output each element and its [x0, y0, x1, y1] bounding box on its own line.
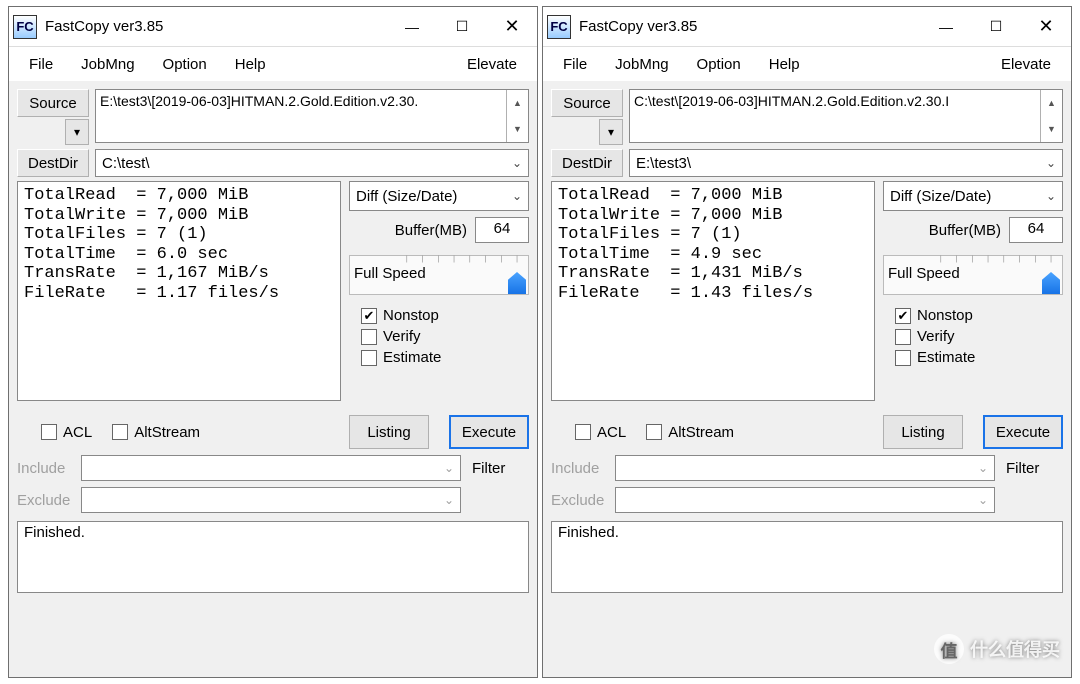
menu-file[interactable]: File	[549, 52, 601, 77]
listing-button[interactable]: Listing	[349, 415, 429, 449]
minimize-button[interactable]: —	[387, 8, 437, 46]
slider-thumb-icon[interactable]	[508, 272, 526, 294]
nonstop-checkbox[interactable]: ✔Nonstop	[895, 307, 1059, 324]
source-button[interactable]: Source	[17, 89, 89, 117]
acl-checkbox[interactable]: ACL	[575, 424, 626, 441]
nonstop-checkbox[interactable]: ✔Nonstop	[361, 307, 525, 324]
app-icon: FC	[13, 15, 37, 39]
destdir-button[interactable]: DestDir	[17, 149, 89, 177]
chevron-down-icon: ⌄	[512, 189, 522, 203]
close-button[interactable]: ✕	[1021, 8, 1071, 46]
fastcopy-window: FC FastCopy ver3.85 — ☐ ✕ File JobMng Op…	[8, 6, 538, 678]
window-title: FastCopy ver3.85	[579, 18, 921, 35]
menu-jobmng[interactable]: JobMng	[601, 52, 682, 77]
menubar: File JobMng Option Help Elevate	[543, 47, 1071, 81]
acl-checkbox[interactable]: ACL	[41, 424, 92, 441]
buffer-input[interactable]: 64	[475, 217, 529, 243]
maximize-button[interactable]: ☐	[437, 8, 487, 46]
window-title: FastCopy ver3.85	[45, 18, 387, 35]
titlebar: FC FastCopy ver3.85 — ☐ ✕	[543, 7, 1071, 47]
menu-file[interactable]: File	[15, 52, 67, 77]
filter-checkbox[interactable]: Filter	[1001, 460, 1063, 477]
menu-elevate[interactable]: Elevate	[987, 52, 1065, 77]
stats-panel: TotalRead = 7,000 MiB TotalWrite = 7,000…	[551, 181, 875, 401]
chevron-down-icon: ⌄	[512, 156, 522, 170]
include-select[interactable]: ⌄	[81, 455, 461, 481]
source-spin[interactable]: ▲▼	[1040, 90, 1062, 142]
chevron-down-icon: ▾	[74, 125, 80, 139]
source-spin[interactable]: ▲▼	[506, 90, 528, 142]
verify-checkbox[interactable]: Verify	[895, 328, 1059, 345]
menu-jobmng[interactable]: JobMng	[67, 52, 148, 77]
include-select[interactable]: ⌄	[615, 455, 995, 481]
menu-option[interactable]: Option	[149, 52, 221, 77]
chevron-down-icon: ⌄	[1046, 156, 1056, 170]
fastcopy-window: FC FastCopy ver3.85 — ☐ ✕ File JobMng Op…	[542, 6, 1072, 678]
slider-thumb-icon[interactable]	[1042, 272, 1060, 294]
menu-option[interactable]: Option	[683, 52, 755, 77]
speed-slider[interactable]: | | | | | | | | Full Speed	[883, 255, 1063, 295]
exclude-label: Exclude	[551, 492, 609, 509]
log-output: Finished.	[17, 521, 529, 593]
mode-select[interactable]: Diff (Size/Date)⌄	[349, 181, 529, 211]
execute-button[interactable]: Execute	[983, 415, 1063, 449]
minimize-button[interactable]: —	[921, 8, 971, 46]
stats-panel: TotalRead = 7,000 MiB TotalWrite = 7,000…	[17, 181, 341, 401]
source-history-dropdown[interactable]: ▾	[65, 119, 89, 145]
menu-help[interactable]: Help	[755, 52, 814, 77]
include-label: Include	[551, 460, 609, 477]
menu-help[interactable]: Help	[221, 52, 280, 77]
close-button[interactable]: ✕	[487, 8, 537, 46]
listing-button[interactable]: Listing	[883, 415, 963, 449]
chevron-down-icon: ⌄	[978, 493, 988, 507]
estimate-checkbox[interactable]: Estimate	[361, 349, 525, 366]
destdir-button[interactable]: DestDir	[551, 149, 623, 177]
menu-elevate[interactable]: Elevate	[453, 52, 531, 77]
exclude-select[interactable]: ⌄	[81, 487, 461, 513]
buffer-label: Buffer(MB)	[395, 222, 467, 239]
altstream-checkbox[interactable]: AltStream	[112, 424, 200, 441]
include-label: Include	[17, 460, 75, 477]
buffer-label: Buffer(MB)	[929, 222, 1001, 239]
chevron-down-icon: ⌄	[444, 493, 454, 507]
chevron-down-icon: ⌄	[978, 461, 988, 475]
chevron-down-icon: ⌄	[1046, 189, 1056, 203]
exclude-select[interactable]: ⌄	[615, 487, 995, 513]
titlebar: FC FastCopy ver3.85 — ☐ ✕	[9, 7, 537, 47]
source-history-dropdown[interactable]: ▾	[599, 119, 623, 145]
verify-checkbox[interactable]: Verify	[361, 328, 525, 345]
menubar: File JobMng Option Help Elevate	[9, 47, 537, 81]
maximize-button[interactable]: ☐	[971, 8, 1021, 46]
altstream-checkbox[interactable]: AltStream	[646, 424, 734, 441]
estimate-checkbox[interactable]: Estimate	[895, 349, 1059, 366]
source-path-input[interactable]: E:\test3\[2019-06-03]HITMAN.2.Gold.Editi…	[95, 89, 529, 143]
chevron-down-icon: ▾	[608, 125, 614, 139]
exclude-label: Exclude	[17, 492, 75, 509]
source-path-input[interactable]: C:\test\[2019-06-03]HITMAN.2.Gold.Editio…	[629, 89, 1063, 143]
chevron-down-icon: ⌄	[444, 461, 454, 475]
log-output: Finished.	[551, 521, 1063, 593]
buffer-input[interactable]: 64	[1009, 217, 1063, 243]
filter-checkbox[interactable]: Filter	[467, 460, 529, 477]
dest-path-input[interactable]: E:\test3\ ⌄	[629, 149, 1063, 177]
speed-slider[interactable]: | | | | | | | | Full Speed	[349, 255, 529, 295]
app-icon: FC	[547, 15, 571, 39]
execute-button[interactable]: Execute	[449, 415, 529, 449]
source-button[interactable]: Source	[551, 89, 623, 117]
dest-path-input[interactable]: C:\test\ ⌄	[95, 149, 529, 177]
mode-select[interactable]: Diff (Size/Date)⌄	[883, 181, 1063, 211]
